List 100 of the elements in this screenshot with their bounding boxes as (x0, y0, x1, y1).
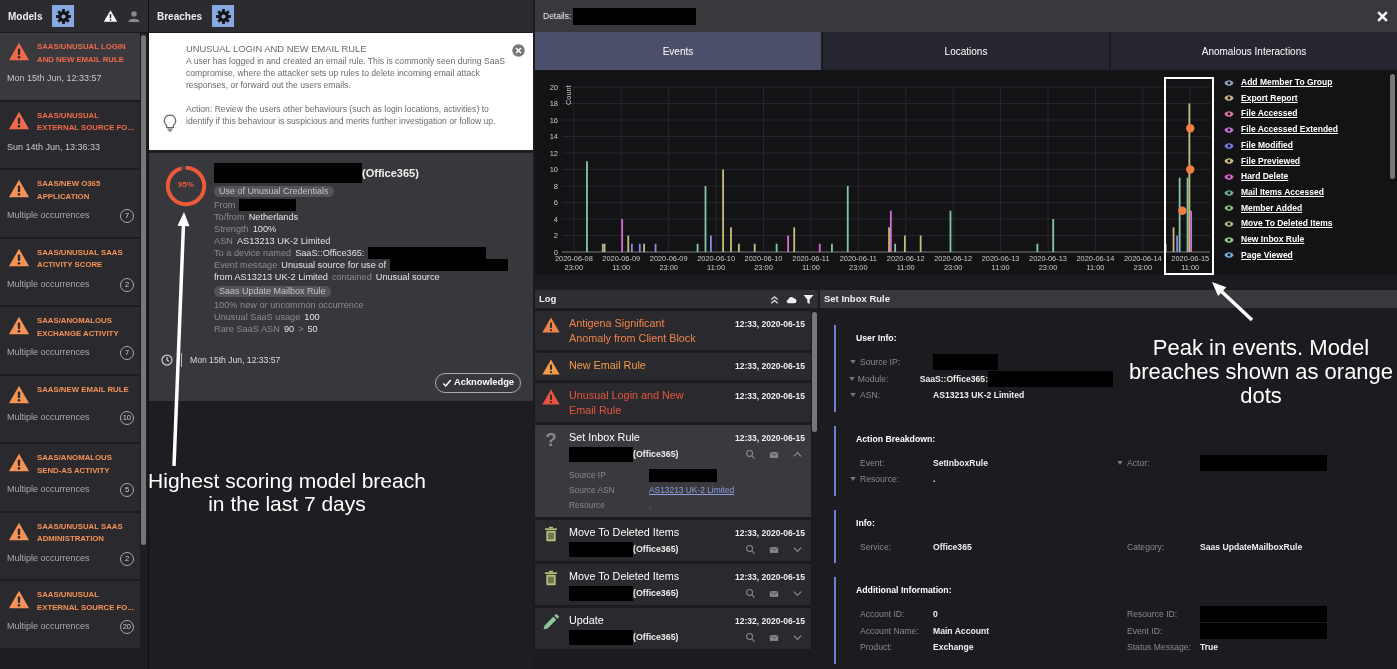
envelope-icon (768, 544, 780, 555)
score-ring (163, 163, 209, 209)
redacted-text (239, 199, 297, 211)
detail-label: Resource (569, 499, 606, 512)
gear-icon (214, 7, 232, 25)
search-button[interactable] (745, 632, 756, 643)
chevron-down-icon (792, 588, 803, 599)
field-value: Main Account (933, 624, 990, 638)
field-label: Product: (860, 641, 893, 655)
entry-time: 12:33, 2020-06-15 (735, 360, 805, 373)
detail-value: 100% (252, 223, 277, 235)
legend-link[interactable]: Hard Delete (1222, 170, 1397, 184)
email-button[interactable] (768, 449, 780, 460)
details-label: Details: (543, 9, 572, 23)
collapse-all-icon (769, 293, 780, 305)
legend-link[interactable]: File Modified (1222, 138, 1397, 153)
tab[interactable]: Anomalous Interactions (1111, 32, 1397, 70)
settings-button[interactable] (52, 5, 75, 27)
panel-title: Log (539, 291, 557, 306)
tab[interactable]: Events (535, 32, 821, 70)
entry-time: 12:33, 2020-06-15 (735, 527, 805, 540)
breach-dot (1186, 165, 1195, 174)
entry-time: 12:33, 2020-06-15 (735, 432, 805, 445)
log-entry[interactable]: ? Set Inbox Rule 12:33, 2020-06-15 (Office365) Source IP Source ASN AS13213 UK-2 Limited Resource . (535, 425, 811, 517)
detail-label: Source IP (569, 469, 607, 482)
entry-title: Set Inbox Rule (569, 430, 640, 445)
legend-link[interactable]: Move To Deleted Items (1222, 217, 1397, 231)
collapse-all-button[interactable] (769, 293, 780, 305)
expand-button[interactable] (792, 632, 803, 643)
search-button[interactable] (745, 588, 756, 599)
chevron-down-icon (792, 632, 803, 643)
device-name: (Office365) (633, 447, 679, 461)
redacted-text (569, 542, 633, 557)
tab[interactable]: Locations (823, 32, 1109, 70)
field-value: True (1200, 641, 1219, 655)
chevron-down-icon (792, 544, 803, 555)
detail-label: Strength (214, 223, 249, 235)
email-button[interactable] (768, 632, 780, 643)
field-label: Actor: (1127, 456, 1151, 470)
info-description: A user has logged in and created an email rule. This is commonly seen during SaaS compromise, where the attacker sets up rules to delete incoming email attack responses, or forward out the users emails. (186, 55, 506, 91)
annotation-text: Peak in events. Model breaches shown as orange dots (1128, 336, 1394, 408)
chevron-up-icon (792, 449, 803, 460)
filter-button[interactable] (803, 293, 814, 305)
legend-link[interactable]: File Accessed Extended (1222, 123, 1397, 137)
field-value: SaaS::Office365: (919, 372, 988, 386)
field-label: Account Name: (860, 624, 920, 638)
detail-value: SaaS::Office365: (295, 247, 365, 259)
legend-link[interactable]: Page Viewed (1222, 248, 1397, 263)
entry-title: New Email Rule (569, 358, 646, 373)
chart-bar (1036, 243, 1039, 252)
info-action: Action: Review the users other behaviours (such as login locations, activities) to identify if this behaviour is suspicious and merits further investigation or follow up. (186, 103, 497, 127)
field-label: Service: (860, 540, 893, 554)
detail-label: To/from (214, 211, 245, 223)
entry-time: 12:33, 2020-06-15 (735, 390, 805, 403)
legend-link[interactable]: File Accessed (1222, 107, 1397, 121)
settings-button[interactable] (212, 5, 235, 27)
occurrences-text: Multiple occurrences (7, 346, 90, 360)
log-entry[interactable]: New Email Rule 12:33, 2020-06-15 (535, 353, 811, 380)
occurrences-text: Multiple occurrences (7, 209, 90, 223)
expand-button[interactable] (792, 544, 803, 555)
log-entry[interactable]: Antigena Significant Anomaly from Client Block 12:33, 2020-06-15 (535, 311, 811, 350)
chart-bar (1052, 219, 1055, 252)
legend-link[interactable]: Add Member To Group (1222, 76, 1397, 90)
email-button[interactable] (768, 588, 780, 599)
chart-bar (621, 219, 624, 252)
annotation-text: Highest scoring model breach in the last 7 days (147, 470, 427, 516)
clock-icon (161, 354, 173, 366)
legend-link[interactable]: File Previewed (1222, 154, 1397, 168)
pencil-icon (542, 613, 560, 631)
field-label: Event ID: (1127, 624, 1164, 638)
scrollbar[interactable] (141, 35, 146, 545)
legend-link[interactable]: Mail Items Accessed (1222, 185, 1397, 200)
entry-time: 12:33, 2020-06-15 (735, 571, 805, 584)
expand-button[interactable] (792, 449, 803, 460)
legend-link[interactable]: New Inbox Rule (1222, 233, 1397, 247)
detail-label: Rare SaaS ASN (214, 323, 280, 335)
chart-bar (846, 186, 849, 252)
search-button[interactable] (745, 449, 756, 460)
detail-label: contained (331, 271, 372, 283)
log-entry[interactable]: Unusual Login and New Email Rule 12:33, 2020-06-15 (535, 383, 811, 422)
legend-link[interactable]: Export Report (1222, 91, 1397, 106)
scrollbar[interactable] (812, 312, 817, 432)
log-entry[interactable]: Move To Deleted Items 12:33, 2020-06-15 (Office365) (535, 520, 811, 561)
entry-title: Move To Deleted Items (569, 569, 680, 584)
search-icon (745, 449, 756, 460)
log-entry[interactable]: Update 12:32, 2020-06-15 (Office365) (535, 608, 811, 649)
question-icon: ? (545, 430, 557, 513)
legend-link[interactable]: Member Added (1222, 201, 1397, 216)
search-button[interactable] (745, 544, 756, 555)
detail-label: Event message (214, 259, 278, 271)
email-button[interactable] (768, 544, 780, 555)
scrollbar[interactable] (1390, 74, 1395, 179)
field-label: Event: (860, 456, 886, 470)
device-name: (Office365) (633, 542, 679, 556)
field-value: AS13213 UK-2 Limited (933, 389, 1025, 403)
expand-button[interactable] (792, 588, 803, 599)
asn-link[interactable]: AS13213 UK-2 Limited (649, 483, 735, 498)
detail-value: 100 (304, 311, 320, 323)
log-entry[interactable]: Move To Deleted Items 12:33, 2020-06-15 (Office365) (535, 564, 811, 605)
chart-bar (818, 243, 821, 252)
